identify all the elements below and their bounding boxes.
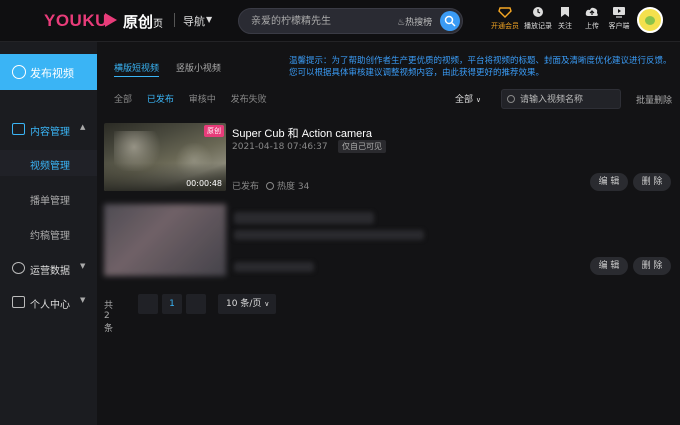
video-thumbnail[interactable]	[104, 204, 226, 276]
upload-icon	[585, 7, 598, 16]
grid-icon	[12, 296, 25, 308]
sidebar-item-commission-management[interactable]: 约稿管理	[30, 227, 70, 242]
sidebar-item-video-management[interactable]: 视频管理	[30, 157, 70, 172]
original-badge: 原创	[204, 125, 224, 137]
blurred-meta	[234, 230, 424, 240]
chevron-down-icon: ▼	[80, 262, 86, 270]
next-page-button[interactable]	[186, 294, 206, 314]
nav-menu[interactable]: 导航	[183, 13, 205, 29]
follow-icon	[561, 7, 569, 17]
edit-button[interactable]: 编 辑	[590, 173, 628, 191]
sidebar: 发布视频 内容管理 ▲ 视频管理 播单管理 约稿管理 运营数据 ▼ 个人中心 ▼	[0, 42, 97, 425]
logo-subtitle[interactable]: 原创页	[123, 11, 163, 32]
history-icon	[533, 7, 543, 17]
content-icon	[12, 123, 25, 135]
tip-notice: 温馨提示：为了帮助创作者生产更优质的视频，平台将视频的标题、封面及清晰度优化建议…	[289, 56, 672, 78]
video-heat: 热度 34	[266, 179, 309, 192]
search-icon	[444, 15, 456, 27]
sidebar-item-playlist-management[interactable]: 播单管理	[30, 192, 70, 207]
client-icon	[613, 7, 625, 18]
client-button[interactable]: 客户端	[599, 6, 639, 31]
video-search-box	[501, 89, 621, 109]
global-search-box: ♨热搜榜	[238, 8, 463, 34]
filter-reviewing[interactable]: 审核中	[189, 92, 216, 105]
video-title[interactable]: Super Cub 和 Action camera	[232, 125, 372, 141]
video-status: 已发布	[232, 182, 260, 192]
blurred-status	[234, 262, 314, 272]
filter-all[interactable]: 全部	[114, 92, 132, 105]
logo-play-icon	[105, 13, 117, 27]
video-row: 编 辑 删 除	[104, 204, 674, 284]
divider	[174, 13, 175, 27]
avatar[interactable]	[637, 7, 663, 33]
page-number[interactable]: 1	[162, 294, 182, 314]
delete-button[interactable]: 删 除	[633, 173, 671, 191]
chevron-up-icon: ▲	[80, 123, 86, 131]
blurred-title	[234, 212, 374, 224]
delete-button[interactable]: 删 除	[633, 257, 671, 275]
search-button[interactable]	[440, 11, 460, 31]
fire-icon: ♨	[397, 18, 406, 28]
upload-cloud-icon	[12, 65, 26, 79]
global-search-input[interactable]	[251, 14, 391, 29]
chevron-down-icon[interactable]: ▼	[206, 15, 212, 24]
chart-icon	[12, 262, 25, 274]
edit-button[interactable]: 编 辑	[590, 257, 628, 275]
status-filters: 全部 已发布 审核中 发布失败	[114, 92, 279, 105]
hot-search-link[interactable]: ♨热搜榜	[397, 15, 432, 28]
tab-portrait-videos[interactable]: 竖版小视频	[176, 61, 221, 74]
eye-icon	[266, 182, 274, 190]
video-duration: 00:00:48	[186, 179, 222, 188]
chevron-down-icon: ▼	[80, 296, 86, 304]
video-type-tabs: 横版短视频 竖版小视频	[114, 61, 235, 77]
filter-failed[interactable]: 发布失败	[231, 92, 267, 105]
youku-logo[interactable]: YOUKU	[44, 11, 108, 31]
filter-published[interactable]: 已发布	[147, 92, 174, 105]
video-row: 原创 00:00:48 Super Cub 和 Action camera 20…	[104, 123, 674, 203]
search-icon	[507, 95, 515, 103]
all-dropdown[interactable]: 全部 ∨	[455, 92, 481, 105]
page-size-select[interactable]: 10 条/页 ∨	[218, 294, 276, 314]
publish-video-button[interactable]: 发布视频	[0, 54, 97, 90]
batch-delete-button[interactable]: 批量删除	[636, 93, 672, 106]
video-thumbnail[interactable]: 原创 00:00:48	[104, 123, 226, 191]
total-count: 共 2 条	[104, 301, 114, 334]
visibility-badge: 仅自己可见	[338, 140, 386, 153]
video-date: 2021-04-18 07:46:37	[232, 142, 328, 152]
chevron-down-icon: ∨	[475, 96, 482, 104]
vip-icon	[498, 7, 512, 18]
top-header: YOUKU 原创页 导航 ▼ ♨热搜榜 开通会员 播放记录 关注 上传 客户端	[0, 0, 680, 42]
prev-page-button[interactable]	[138, 294, 158, 314]
main-content: 横版短视频 竖版小视频 温馨提示：为了帮助创作者生产更优质的视频，平台将视频的标…	[97, 42, 680, 425]
chevron-down-icon: ∨	[264, 300, 270, 308]
tab-landscape-videos[interactable]: 横版短视频	[114, 61, 160, 77]
video-search-input[interactable]	[520, 93, 616, 106]
